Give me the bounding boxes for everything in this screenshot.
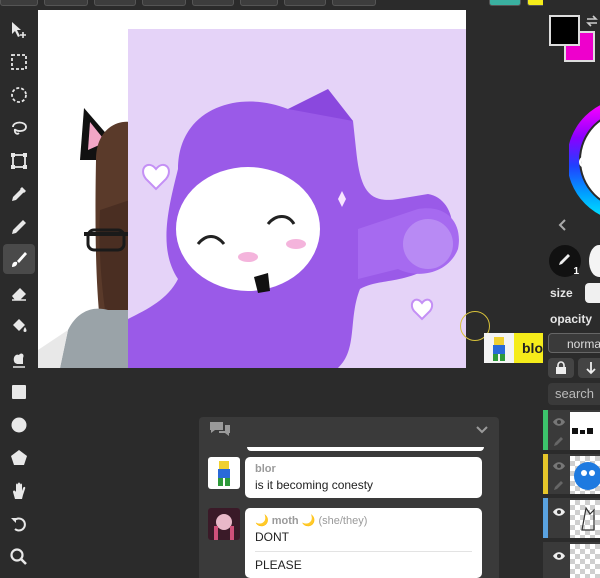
lock-icon <box>555 361 567 380</box>
character-artwork <box>128 29 466 368</box>
brush-preview[interactable] <box>589 245 600 277</box>
pencil-icon <box>553 478 565 496</box>
transform-icon[interactable] <box>7 149 31 173</box>
right-panel: 1 size opacity norma search <box>543 0 600 578</box>
top-menu-button[interactable] <box>332 0 376 6</box>
chevron-left-icon[interactable] <box>557 218 567 237</box>
smudge-icon[interactable] <box>7 347 31 371</box>
top-menu-button[interactable] <box>0 0 38 6</box>
ellipse-icon[interactable] <box>7 413 31 437</box>
eye-icon[interactable] <box>552 504 566 522</box>
top-menu-button[interactable] <box>44 0 88 6</box>
top-toolbar <box>0 0 600 10</box>
chat-text: DONT <box>255 530 289 544</box>
chat-pronouns: (she/they) <box>318 515 368 527</box>
layer-color-strip <box>543 410 548 450</box>
top-menu-button[interactable] <box>142 0 186 6</box>
eyedropper-icon[interactable] <box>7 182 31 206</box>
top-menu-button[interactable] <box>240 0 278 6</box>
chat-bubble: blor is it becoming conesty <box>245 457 482 498</box>
top-menu-button[interactable] <box>192 0 234 6</box>
brush-preset-button[interactable]: 1 <box>549 245 581 277</box>
size-label: size <box>550 286 573 300</box>
layer-row[interactable] <box>543 498 600 540</box>
top-menu-button[interactable] <box>284 0 326 6</box>
pencil-icon[interactable] <box>7 215 31 239</box>
chat-username-text: 🌙 moth 🌙 <box>255 515 316 527</box>
chat-message: blor is it becoming conesty <box>208 457 482 498</box>
chat-text: is it becoming conesty <box>255 478 374 492</box>
chat-line-divider <box>255 551 472 552</box>
top-menu-button[interactable] <box>94 0 136 6</box>
move-tool-icon[interactable] <box>7 18 31 42</box>
chat-avatar <box>208 457 240 489</box>
layer-row[interactable] <box>543 542 600 578</box>
blend-mode-value: norma <box>567 337 600 351</box>
eye-icon[interactable] <box>552 458 566 476</box>
chat-message: 🌙 moth 🌙 (she/they) DONT PLEASE <box>208 508 482 578</box>
size-slider[interactable] <box>585 283 600 303</box>
layer-row[interactable] <box>543 454 600 496</box>
layer-row[interactable] <box>543 410 600 452</box>
chat-text: PLEASE <box>255 558 302 572</box>
eraser-icon[interactable] <box>7 281 31 305</box>
user-avatar <box>484 333 514 363</box>
layer-thumbnail <box>570 456 600 494</box>
chat-header <box>199 417 499 445</box>
eye-icon[interactable] <box>552 548 566 566</box>
rect-select-icon[interactable] <box>7 50 31 74</box>
chat-username: 🌙 moth 🌙 (she/they) <box>255 514 472 527</box>
tool-palette <box>0 10 38 578</box>
polygon-icon[interactable] <box>7 446 31 470</box>
layer-thumbnail <box>570 412 600 450</box>
brush-count: 1 <box>573 266 579 277</box>
swap-colors-icon[interactable] <box>585 14 599 33</box>
fill-bucket-icon[interactable] <box>7 314 31 338</box>
chat-username: blor <box>255 463 276 475</box>
pencil-icon <box>553 434 565 452</box>
layer-search-input[interactable]: search <box>548 383 600 405</box>
layer-color-strip <box>543 454 548 494</box>
blend-mode-select[interactable]: norma <box>548 333 600 353</box>
chat-panel: blor is it becoming conesty 🌙 moth 🌙 (sh… <box>199 417 499 578</box>
rectangle-icon[interactable] <box>7 380 31 404</box>
chevron-down-icon[interactable] <box>475 422 489 440</box>
chat-avatar <box>208 508 240 540</box>
layer-thumbnail <box>570 500 600 538</box>
opacity-label: opacity <box>550 312 593 326</box>
top-avatar[interactable] <box>489 0 521 6</box>
brush-icon[interactable] <box>3 244 35 274</box>
zoom-icon[interactable] <box>7 545 31 569</box>
eye-icon[interactable] <box>552 414 566 432</box>
layer-color-strip <box>543 498 548 538</box>
lock-layer-button[interactable] <box>548 358 574 378</box>
pencil-icon <box>557 251 573 272</box>
layer-thumbnail <box>570 544 600 578</box>
undo-icon[interactable] <box>7 512 31 536</box>
chat-bubbles-icon[interactable] <box>209 420 231 443</box>
lasso-icon[interactable] <box>7 116 31 140</box>
merge-down-button[interactable] <box>578 358 600 378</box>
chat-bubble: 🌙 moth 🌙 (she/they) DONT PLEASE <box>245 508 482 578</box>
arrow-down-icon <box>585 361 597 380</box>
ellipse-select-icon[interactable] <box>7 83 31 107</box>
layer-search-placeholder: search <box>555 386 595 401</box>
primary-color-swatch[interactable] <box>549 15 580 46</box>
chat-previous-message-edge <box>247 447 484 451</box>
color-wheel[interactable] <box>567 70 600 250</box>
drawing-canvas[interactable]: blor blor is it becoming conesty 🌙 moth … <box>38 10 574 578</box>
hand-icon[interactable] <box>7 479 31 503</box>
